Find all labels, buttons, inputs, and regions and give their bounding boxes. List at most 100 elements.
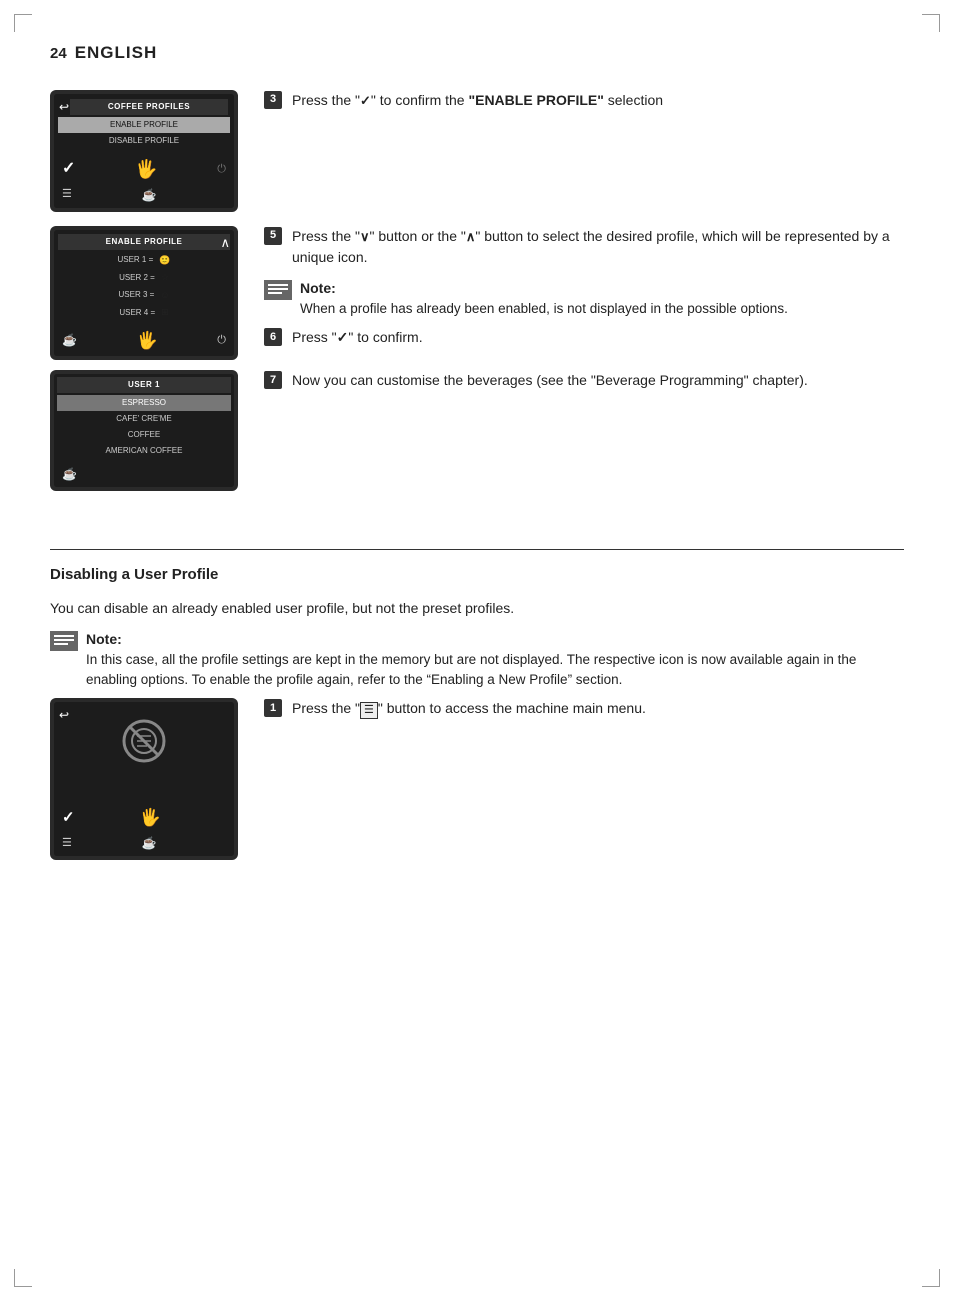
text-block-step7: 7 Now you can customise the beverages (s… — [264, 370, 904, 399]
section-step7: USER 1 ESPRESSO CAFE' CRE'ME COFFEE AMER… — [50, 370, 904, 491]
text-block-step3: 3 Press the "✓" to confirm the "ENABLE P… — [264, 90, 904, 119]
device-outer-2: ENABLE PROFILE ∧ USER 1 = 🙂 USER 2 = ☆ — [50, 226, 238, 361]
device-image-step7: USER 1 ESPRESSO CAFE' CRE'ME COFFEE AMER… — [50, 370, 240, 491]
user2-row: USER 2 = ☆ — [58, 269, 230, 287]
user1-icon: 🙂 — [159, 254, 170, 268]
step-line-7: 7 Now you can customise the beverages (s… — [264, 370, 904, 391]
step-line-5: 5 Press the "∨" button or the "∧" button… — [264, 226, 904, 268]
step-badge-6: 6 — [264, 328, 282, 346]
menu-button-inline-icon: ☰ — [360, 702, 378, 718]
user2-icon: ☆ — [161, 271, 169, 285]
step-text-1-disabling: Press the "☰" button to access the machi… — [292, 698, 904, 719]
device-image-step1-disabling: ↩ — [50, 698, 240, 860]
note-box-disabling: Note: In this case, all the profile sett… — [50, 629, 904, 691]
page: 24 ENGLISH ↩ COFFEE PROFILES ENABLE PROF… — [0, 0, 954, 1301]
step-text-5: Press the "∨" button or the "∧" button t… — [292, 226, 904, 268]
cup-icon-4: ☕ — [141, 834, 156, 852]
note-box-step5: Note: When a profile has already been en… — [264, 278, 904, 319]
user1-label: USER 1 = — [117, 254, 153, 266]
checkmark-inline-6: ✓ — [337, 329, 349, 345]
user2-label: USER 2 = — [119, 272, 155, 284]
chevron-down-inline: ∨ — [360, 229, 370, 244]
step-badge-5: 5 — [264, 227, 282, 245]
coffee-item: COFFEE — [57, 427, 231, 443]
checkmark-button-icon[interactable]: ✓ — [62, 157, 75, 181]
american-coffee-item: AMERICAN COFFEE — [57, 443, 231, 459]
no-profile-icon — [119, 716, 169, 766]
menu-icon-left[interactable]: ☰ — [62, 186, 72, 203]
step-badge-7: 7 — [264, 371, 282, 389]
device-inner-3: USER 1 ESPRESSO CAFE' CRE'ME COFFEE AMER… — [54, 374, 234, 487]
text-block-step1-disabling: 1 Press the "☰" button to access the mac… — [264, 698, 904, 727]
screen-title-enable-profile: ENABLE PROFILE — [58, 234, 230, 250]
step-badge-1-disabling: 1 — [264, 699, 282, 717]
device-outer-3: USER 1 ESPRESSO CAFE' CRE'ME COFFEE AMER… — [50, 370, 238, 491]
screen-title-coffee-profiles: COFFEE PROFILES — [70, 99, 228, 115]
spacer — [50, 501, 904, 531]
power-icon: ⏻ — [217, 161, 226, 178]
note-icon — [264, 280, 292, 300]
note-title-5: Note: — [300, 278, 788, 299]
note-text-disabling: In this case, all the profile settings a… — [86, 650, 904, 691]
step-line-1-disabling: 1 Press the "☰" button to access the mac… — [264, 698, 904, 719]
note-content: Note: When a profile has already been en… — [300, 278, 788, 319]
back-arrow-icon-4: ↩ — [59, 706, 69, 724]
user3-label: USER 3 = — [119, 289, 155, 301]
text-block-step5: 5 Press the "∨" button or the "∧" button… — [264, 226, 904, 356]
note-content-disabling: Note: In this case, all the profile sett… — [86, 629, 904, 691]
user4-row: USER 4 = ⊞ — [58, 304, 230, 322]
user4-label: USER 4 = — [119, 307, 155, 319]
note-title-disabling: Note: — [86, 629, 904, 650]
screen-title-user1: USER 1 — [57, 377, 231, 393]
enable-profile-bold: "ENABLE PROFILE" — [468, 92, 603, 108]
step-line-3: 3 Press the "✓" to confirm the "ENABLE P… — [264, 90, 904, 111]
espresso-item: ESPRESSO — [57, 395, 231, 411]
user3-row: USER 3 = ☺ — [58, 287, 230, 305]
step-text-6: Press "✓" to confirm. — [292, 327, 904, 348]
bottom-section: ↩ — [50, 698, 904, 860]
language-label: ENGLISH — [75, 40, 158, 66]
user1-row: USER 1 = 🙂 — [58, 252, 230, 270]
step-text-3: Press the "✓" to confirm the "ENABLE PRO… — [292, 90, 904, 111]
hand-touch-icon-4: 🖐 — [140, 805, 161, 831]
menu-icon-4[interactable]: ☰ — [62, 835, 72, 852]
note-icon-disabling — [50, 631, 78, 651]
user3-icon: ☺ — [160, 289, 169, 303]
cup-icon: ☕ — [141, 186, 156, 204]
chevron-up-inline: ∧ — [466, 229, 476, 244]
section-step5: ENABLE PROFILE ∧ USER 1 = 🙂 USER 2 = ☆ — [50, 226, 904, 361]
device-inner: ↩ COFFEE PROFILES ENABLE PROFILE DISABLE… — [54, 94, 234, 208]
checkdown-icon-inline: ✓ — [360, 93, 371, 108]
note-lines-icon-2 — [53, 633, 75, 649]
power-icon-2: ⏻ — [217, 332, 226, 349]
cup-icon-3: ☕ — [62, 465, 77, 483]
cup-icon-2: ☕ — [62, 331, 77, 349]
step-badge-3: 3 — [264, 91, 282, 109]
device-inner-2: ENABLE PROFILE ∧ USER 1 = 🙂 USER 2 = ☆ — [54, 230, 234, 357]
note-lines-icon — [267, 282, 289, 298]
note-text-5: When a profile has already been enabled,… — [300, 299, 788, 319]
page-header: 24 ENGLISH — [50, 40, 904, 66]
hand-touch-icon: 🖐 — [135, 156, 157, 183]
hand-touch-icon-2: 🖐 — [137, 328, 158, 354]
disabling-section-title: Disabling a User Profile — [50, 564, 904, 587]
page-number: 24 — [50, 43, 67, 66]
device-outer-4: ↩ — [50, 698, 238, 860]
device-image-step5: ENABLE PROFILE ∧ USER 1 = 🙂 USER 2 = ☆ — [50, 226, 240, 361]
back-arrow-icon: ↩ — [59, 98, 69, 116]
step-line-6: 6 Press "✓" to confirm. — [264, 327, 904, 348]
section-divider — [50, 549, 904, 550]
cafe-creme-item: CAFE' CRE'ME — [57, 411, 231, 427]
screen-item-enable-profile: ENABLE PROFILE — [58, 117, 230, 133]
disabling-section: Disabling a User Profile You can disable… — [50, 549, 904, 860]
checkmark-icon-4[interactable]: ✓ — [62, 807, 75, 830]
step-text-7: Now you can customise the beverages (see… — [292, 370, 904, 391]
device-outer: ↩ COFFEE PROFILES ENABLE PROFILE DISABLE… — [50, 90, 238, 212]
screen-item-disable-profile: DISABLE PROFILE — [58, 133, 230, 149]
user4-icon: ⊞ — [161, 306, 169, 320]
device-inner-4: ↩ — [54, 702, 234, 856]
device-image-step3: ↩ COFFEE PROFILES ENABLE PROFILE DISABLE… — [50, 90, 240, 212]
section-step3: ↩ COFFEE PROFILES ENABLE PROFILE DISABLE… — [50, 90, 904, 212]
disabling-body-text: You can disable an already enabled user … — [50, 597, 904, 619]
chevron-up-icon[interactable]: ∧ — [220, 233, 230, 253]
